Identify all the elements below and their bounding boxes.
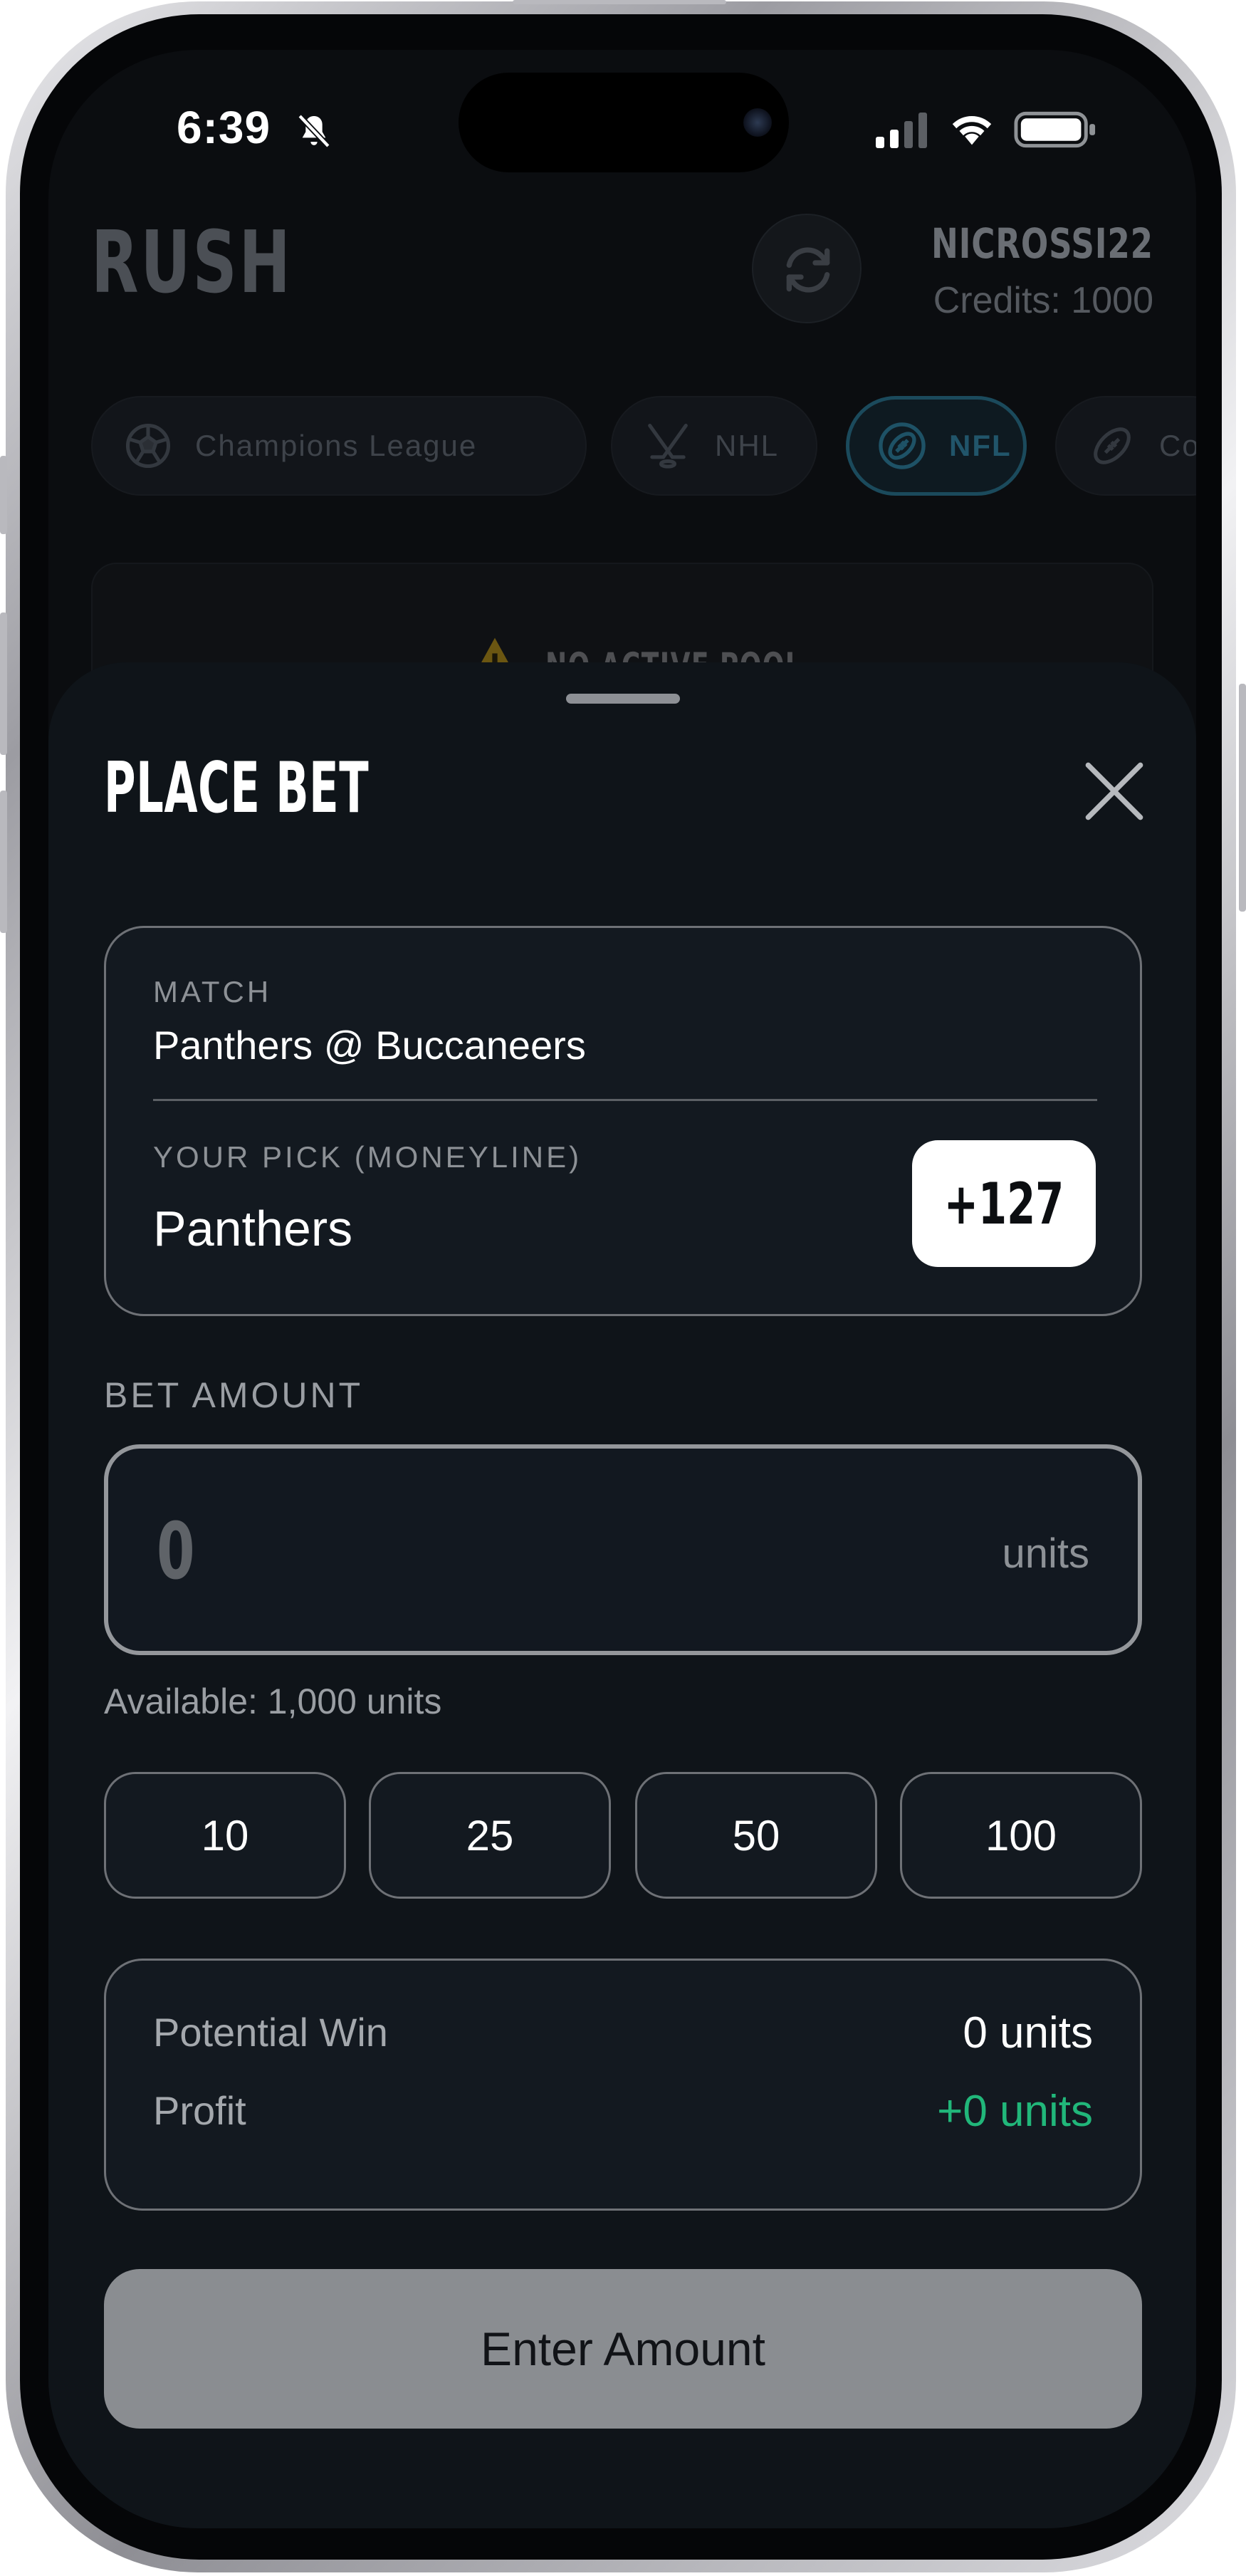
tab-college[interactable]: Colle [1055,396,1196,496]
match-label: MATCH [153,975,272,1008]
refresh-icon [786,247,830,293]
bet-amount-label: BET AMOUNT [104,1375,364,1415]
football-icon [1094,427,1131,464]
potential-win-value: 0 units [963,2008,1093,2058]
bell-slash-icon [298,114,330,148]
refresh-button[interactable] [752,214,862,323]
top-antenna-line [513,0,726,4]
tab-label: NHL [715,429,780,462]
place-bet-sheet: PLACE BET MATCH Panthers @ Buccaneers YO… [48,662,1196,2528]
divider [153,1099,1097,1101]
action-button [0,456,7,534]
wifi-icon [952,116,992,145]
profit-value: +0 units [937,2087,1093,2136]
username: NICROSSI22 [931,219,1153,268]
power-button [1239,684,1246,912]
screen: 6:39 RUSH NICROSSI22 Credits: 1000 Champ… [48,50,1196,2528]
soccer-ball-icon [125,423,171,469]
pick-label: YOUR PICK (MONEYLINE) [153,1140,582,1174]
payout-summary-card: Potential Win 0 units Profit +0 units [104,1959,1142,2211]
status-time: 6:39 [177,102,271,153]
tab-champions-league[interactable]: Champions League [91,396,587,496]
tab-label: Champions League [195,429,478,462]
camera-icon [743,108,772,137]
quick-amount-50-button[interactable]: 50 [635,1772,877,1899]
credits-balance: Credits: 1000 [933,280,1153,321]
pick-value: Panthers [153,1201,353,1256]
bet-amount-input[interactable]: 0 units [104,1444,1142,1655]
dynamic-island [459,73,789,172]
battery-icon [1014,111,1096,148]
close-icon[interactable] [1075,752,1153,830]
odds-badge: +127 [912,1140,1096,1267]
tab-label: Colle [1159,429,1196,462]
volume-down-button [0,791,7,933]
sheet-drag-handle[interactable] [566,694,680,704]
available-balance: Available: 1,000 units [104,1681,442,1721]
cellular-signal-icon [876,113,927,148]
sheet-title: PLACE BET [104,748,370,829]
app-logo: RUSH [91,214,293,313]
amount-value: 0 [157,1506,195,1597]
hockey-sticks-icon [648,423,688,469]
quick-amount-25-button[interactable]: 25 [369,1772,611,1899]
odds-value: +127 [943,1170,1064,1237]
potential-win-label: Potential Win [153,2010,388,2055]
enter-amount-button[interactable]: Enter Amount [104,2269,1142,2429]
bet-details-card: MATCH Panthers @ Buccaneers YOUR PICK (M… [104,926,1142,1316]
profit-label: Profit [153,2088,246,2133]
tab-nfl[interactable]: NFL [846,396,1027,496]
football-icon [879,422,926,469]
tab-label: NFL [949,429,1012,462]
amount-unit: units [1002,1531,1089,1577]
match-value: Panthers @ Buccaneers [153,1023,586,1068]
volume-up-button [0,612,7,755]
quick-amount-100-button[interactable]: 100 [900,1772,1142,1899]
quick-amount-10-button[interactable]: 10 [104,1772,346,1899]
tab-nhl[interactable]: NHL [611,396,817,496]
